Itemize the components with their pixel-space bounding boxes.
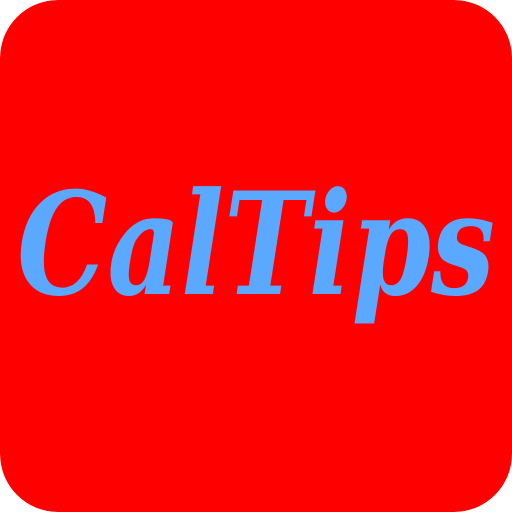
app-icon[interactable]: CalTips (0, 0, 512, 512)
app-wordmark: CalTips (17, 162, 495, 328)
caltips-logo-icon: CalTips (0, 0, 512, 512)
